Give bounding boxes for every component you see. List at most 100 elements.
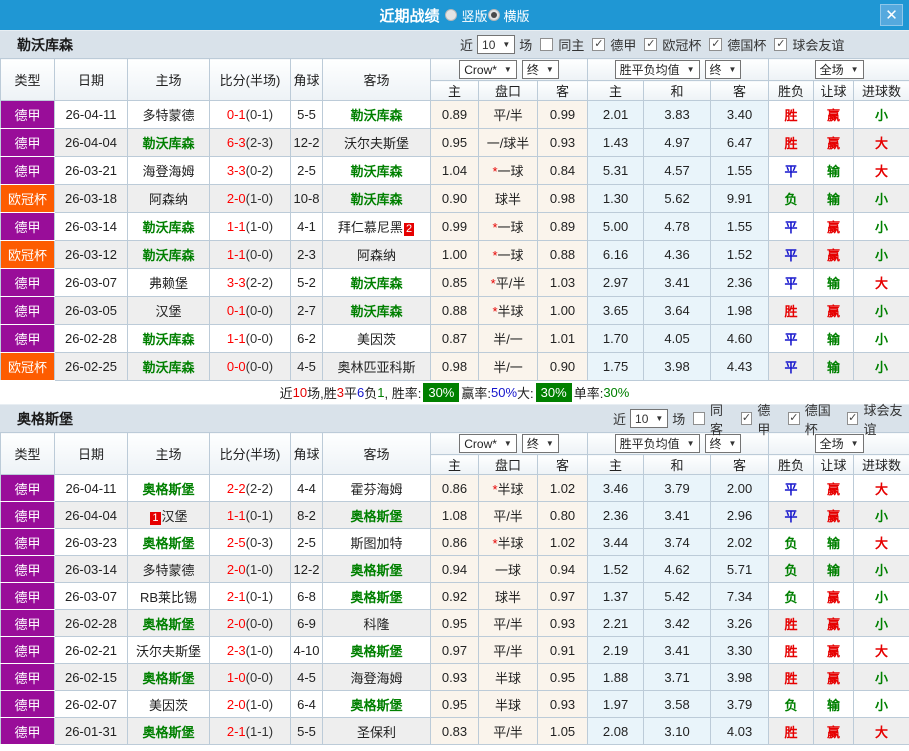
focus-team-name: 勒沃库森 <box>142 220 194 235</box>
handicap-cell: 半/一 <box>479 353 538 381</box>
checkbox-checked[interactable]: ✓ <box>847 412 859 425</box>
recent-games-select[interactable]: 10▼ <box>630 409 668 428</box>
final-odds-select[interactable]: 终▼ <box>522 434 559 453</box>
checkbox-checked[interactable]: ✓ <box>788 412 800 425</box>
checkbox-checked[interactable]: ✓ <box>709 38 722 51</box>
radio-icon <box>488 9 500 21</box>
goals-result-cell: 小 <box>854 325 909 353</box>
handicap-cell: *一球 <box>479 213 538 241</box>
opponent-team-name: 阿森纳 <box>357 248 396 263</box>
avg-odds-cell: 3.98 <box>644 353 711 381</box>
chevron-down-icon: ▼ <box>729 439 737 448</box>
summary-text: 1 <box>377 385 384 400</box>
checkbox-checked[interactable]: ✓ <box>644 38 657 51</box>
fulltime-score: 6-3 <box>227 135 246 150</box>
layout-radio-selected[interactable]: 横版 <box>488 6 530 25</box>
avg-odds-cell: 3.58 <box>644 691 711 718</box>
focus-team-name: 勒沃库森 <box>142 136 194 151</box>
handicap-cell: 平/半 <box>479 610 538 637</box>
fulltime-score: 3-3 <box>227 275 246 290</box>
layout-radio-group: 竖版横版 <box>445 6 529 25</box>
handicap-cell: 平/半 <box>479 637 538 664</box>
bookmaker-select[interactable]: Crow*▼ <box>459 434 517 453</box>
handicap-odds-cell: 0.98 <box>431 353 479 381</box>
fulltime-select[interactable]: 全场▼ <box>815 60 864 79</box>
chevron-down-icon: ▼ <box>655 414 663 423</box>
near-label: 近 <box>613 409 626 428</box>
handicap-text: 一球 <box>498 220 524 235</box>
avg-odds-cell: 1.55 <box>711 213 769 241</box>
close-button[interactable]: ✕ <box>880 4 903 26</box>
fulltime-score: 2-0 <box>227 616 246 631</box>
league-type-cell: 德甲 <box>1 610 55 637</box>
recent-games-select[interactable]: 10▼ <box>477 35 515 54</box>
handicap-odds-cell: 1.00 <box>538 297 588 325</box>
col-header-odds-away: 客 <box>538 81 588 101</box>
handicap-odds-cell: 0.86 <box>431 475 479 502</box>
focus-team-name: 奥格斯堡 <box>350 563 402 578</box>
match-date: 26-02-25 <box>55 353 128 381</box>
match-row: 德甲26-04-04勒沃库森6-3(2-3)12-2沃尔夫斯堡0.95一/球半0… <box>1 129 909 157</box>
focus-team-name: 勒沃库森 <box>350 304 402 319</box>
final-odds-select[interactable]: 终▼ <box>522 60 559 79</box>
handicap-result-cell: 输 <box>814 529 854 556</box>
match-date: 26-02-07 <box>55 691 128 718</box>
score-cell: 2-0(1-0) <box>210 691 291 718</box>
checkbox-unchecked[interactable] <box>693 412 705 425</box>
league-type-cell: 德甲 <box>1 325 55 353</box>
checkbox-checked[interactable]: ✓ <box>592 38 605 51</box>
match-date: 26-04-11 <box>55 101 128 129</box>
col-header-handicap-result: 让球 <box>814 81 854 101</box>
summary-text: 负 <box>364 383 377 402</box>
league-type-cell: 德甲 <box>1 502 55 529</box>
checkbox-checked[interactable]: ✓ <box>774 38 787 51</box>
home-team-cell: 奥格斯堡 <box>128 718 210 745</box>
avg-odds-cell: 7.34 <box>711 583 769 610</box>
checkbox-label: 德国杯 <box>727 35 766 54</box>
focus-team-name: 奥格斯堡 <box>142 536 194 551</box>
fulltime-score: 1-0 <box>227 670 246 685</box>
away-team-cell: 勒沃库森 <box>323 101 431 129</box>
home-team-cell: RB莱比锡 <box>128 583 210 610</box>
fulltime-score: 2-0 <box>227 697 246 712</box>
col-header-home: 主场 <box>128 59 210 101</box>
avg-type-select[interactable]: 胜平负均值▼ <box>615 60 700 79</box>
opponent-team-name: 海登海姆 <box>142 164 194 179</box>
league-type-cell: 德甲 <box>1 583 55 610</box>
handicap-odds-cell: 0.93 <box>538 691 588 718</box>
opponent-team-name: 多特蒙德 <box>142 108 194 123</box>
handicap-odds-cell: 0.99 <box>431 213 479 241</box>
checkbox-checked[interactable]: ✓ <box>741 412 753 425</box>
result-cell: 胜 <box>769 718 814 745</box>
avg-odds-cell: 3.44 <box>588 529 644 556</box>
match-date: 26-03-18 <box>55 185 128 213</box>
opponent-team-name: 科隆 <box>363 617 389 632</box>
checkbox-unchecked[interactable] <box>540 38 553 51</box>
final-avg-select[interactable]: 终▼ <box>705 60 742 79</box>
layout-radio-option[interactable]: 竖版 <box>445 6 487 25</box>
home-team-cell: 弗赖堡 <box>128 269 210 297</box>
bookmaker-select[interactable]: Crow*▼ <box>459 60 517 79</box>
col-header-score: 比分(半场) <box>210 433 291 475</box>
home-team-cell: 奥格斯堡 <box>128 664 210 691</box>
match-row: 德甲26-02-21沃尔夫斯堡2-3(1-0)4-10奥格斯堡0.97平/半0.… <box>1 637 909 664</box>
team-cell-content: 奥格斯堡 <box>142 617 194 632</box>
goals-result-cell: 大 <box>854 269 909 297</box>
home-team-cell: 奥格斯堡 <box>128 529 210 556</box>
col-header-avg-win: 主 <box>588 81 644 101</box>
goals-result-cell: 小 <box>854 556 909 583</box>
handicap-text: 平/半 <box>496 276 526 291</box>
avg-odds-cell: 4.03 <box>711 718 769 745</box>
halftime-score: (1-0) <box>246 562 273 577</box>
goals-result-cell: 小 <box>854 353 909 381</box>
away-team-cell: 奥格斯堡 <box>323 556 431 583</box>
opponent-team-name: 阿森纳 <box>149 192 188 207</box>
fulltime-score: 1-1 <box>227 219 246 234</box>
handicap-result-cell: 赢 <box>814 637 854 664</box>
avg-odds-cell: 2.36 <box>588 502 644 529</box>
team-cell-content: 1汉堡 <box>149 509 187 524</box>
score-cell: 2-5(0-3) <box>210 529 291 556</box>
away-team-cell: 勒沃库森 <box>323 297 431 325</box>
handicap-odds-cell: 0.89 <box>538 213 588 241</box>
focus-team-name: 勒沃库森 <box>350 192 402 207</box>
